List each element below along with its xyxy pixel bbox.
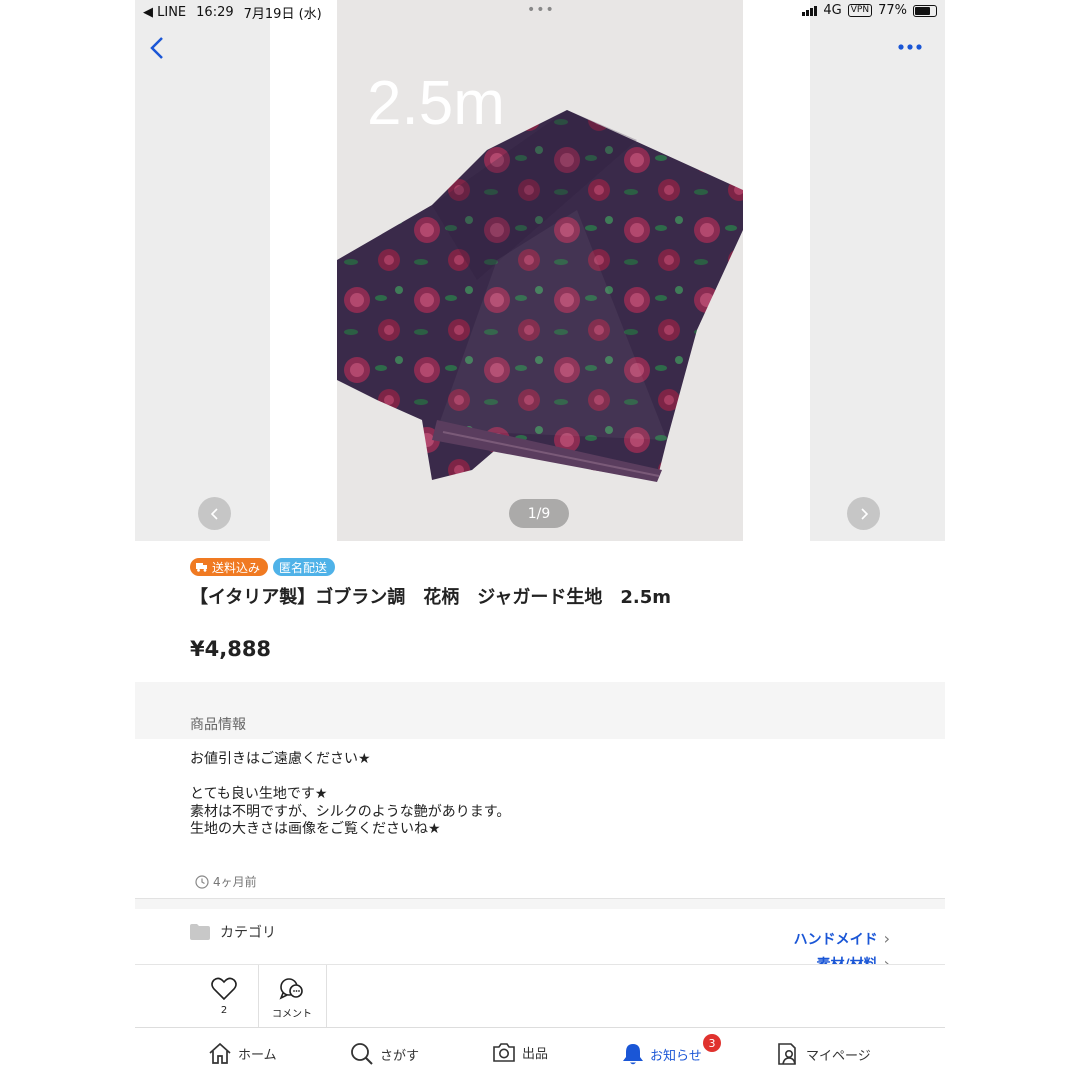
tab-mypage[interactable]: マイページ: [776, 1042, 871, 1066]
like-count: 2: [220, 1005, 228, 1016]
tab-search-label: さがす: [380, 1048, 420, 1064]
description-line: お値引きはご遠慮ください★: [190, 751, 371, 767]
category-link-label: ハンドメイド: [793, 931, 878, 948]
chevron-right-icon: [860, 507, 868, 520]
description-line: とても良い生地です★: [190, 786, 328, 802]
item-price: ¥4,888: [190, 637, 272, 661]
anonymous-badge-label: 匿名配送: [279, 560, 328, 575]
action-bar: 2 コメント: [135, 964, 945, 1028]
tab-sell-label: 出品: [522, 1046, 549, 1062]
category-label: カテゴリ: [190, 922, 276, 942]
item-title: 【イタリア製】ゴブラン調 花柄 ジャガード生地 2.5m: [190, 587, 672, 608]
status-bar: ◀ LINE 16:29 7月19日 (水) ••• 4G VPN 77%: [135, 0, 945, 22]
gallery-side-left: [135, 0, 270, 541]
posted-time-label: 4ヶ月前: [213, 875, 257, 889]
comment-icon: [279, 978, 303, 1000]
description-line: 生地の大きさは画像をご覧くださいね★: [190, 821, 441, 837]
chevron-left-icon: [210, 507, 218, 520]
status-time: 16:29: [196, 5, 234, 20]
category-row: カテゴリ ハンドメイド › 素材/材料 ›: [135, 908, 945, 973]
bottom-tab-bar: ホーム さがす 出品 お知らせ 3 マイページ: [135, 1027, 945, 1080]
app-frame: 2.5m 1/9 ◀ LINE 16:29 7月19日 (水) ••• 4G V…: [135, 0, 945, 1080]
image-gallery[interactable]: 2.5m 1/9: [135, 0, 945, 541]
signal-icon: [802, 5, 818, 16]
category-link-handmade[interactable]: ハンドメイド ›: [794, 926, 890, 951]
anonymous-shipping-badge: 匿名配送: [273, 558, 336, 576]
section-header: 商品情報: [135, 682, 945, 739]
photo-overlay-text: 2.5m: [367, 69, 505, 138]
category-label-text: カテゴリ: [220, 925, 276, 941]
more-dots-icon: [898, 44, 922, 50]
comment-label: コメント: [272, 1009, 312, 1020]
like-button[interactable]: 2: [190, 965, 259, 1028]
back-button[interactable]: [149, 34, 165, 67]
camera-icon: [493, 1043, 515, 1062]
chevron-right-icon: ›: [883, 929, 890, 948]
clock-icon: [195, 874, 209, 889]
battery-percent: 77%: [878, 3, 907, 18]
status-date: 7月19日 (水): [243, 7, 322, 22]
tab-mypage-label: マイページ: [806, 1048, 871, 1064]
tab-notifications-label: お知らせ: [650, 1048, 702, 1064]
network-type: 4G: [823, 3, 842, 18]
gallery-gap-left: [270, 0, 337, 541]
home-icon: [209, 1042, 231, 1064]
description-line: [190, 769, 510, 787]
shipping-badge-label: 送料込み: [212, 560, 261, 575]
description-line: 素材は不明ですが、シルクのような艶があります。: [190, 803, 511, 820]
vpn-indicator: VPN: [847, 4, 873, 17]
tab-home[interactable]: ホーム: [208, 1042, 277, 1064]
tab-home-label: ホーム: [238, 1047, 277, 1063]
product-photo[interactable]: 2.5m: [337, 0, 743, 541]
gallery-gap-right: [743, 0, 810, 541]
item-description: お値引きはご遠慮ください★ とても良い生地です★ 素材は不明ですが、シルクのよう…: [190, 751, 510, 839]
comment-button[interactable]: コメント: [258, 965, 327, 1028]
heart-icon: [211, 977, 237, 1001]
gallery-prev-button[interactable]: [198, 497, 231, 530]
shipping-included-badge: 送料込み: [190, 558, 269, 576]
tab-sell[interactable]: 出品: [492, 1042, 548, 1062]
multitask-dots-icon[interactable]: •••: [527, 2, 555, 18]
chevron-left-icon: [150, 37, 163, 59]
posted-time: 4ヶ月前: [195, 873, 257, 890]
image-counter: 1/9: [509, 499, 569, 528]
folder-icon: [190, 924, 210, 940]
battery-icon: [913, 4, 937, 17]
gallery-next-button[interactable]: [847, 497, 880, 530]
item-info-heading: 商品情報: [190, 717, 246, 733]
mypage-icon: [778, 1043, 796, 1065]
bell-icon: [623, 1044, 643, 1065]
truck-icon: [196, 563, 207, 572]
gallery-side-right: [810, 0, 945, 541]
tab-notifications[interactable]: お知らせ: [622, 1042, 702, 1066]
search-icon: [351, 1043, 373, 1065]
more-menu-button[interactable]: [897, 32, 923, 57]
item-badges: 送料込み 匿名配送: [190, 558, 336, 576]
notification-count-badge: 3: [703, 1034, 721, 1052]
back-to-app-link[interactable]: ◀ LINE: [143, 5, 186, 20]
tab-search[interactable]: さがす: [350, 1042, 419, 1066]
